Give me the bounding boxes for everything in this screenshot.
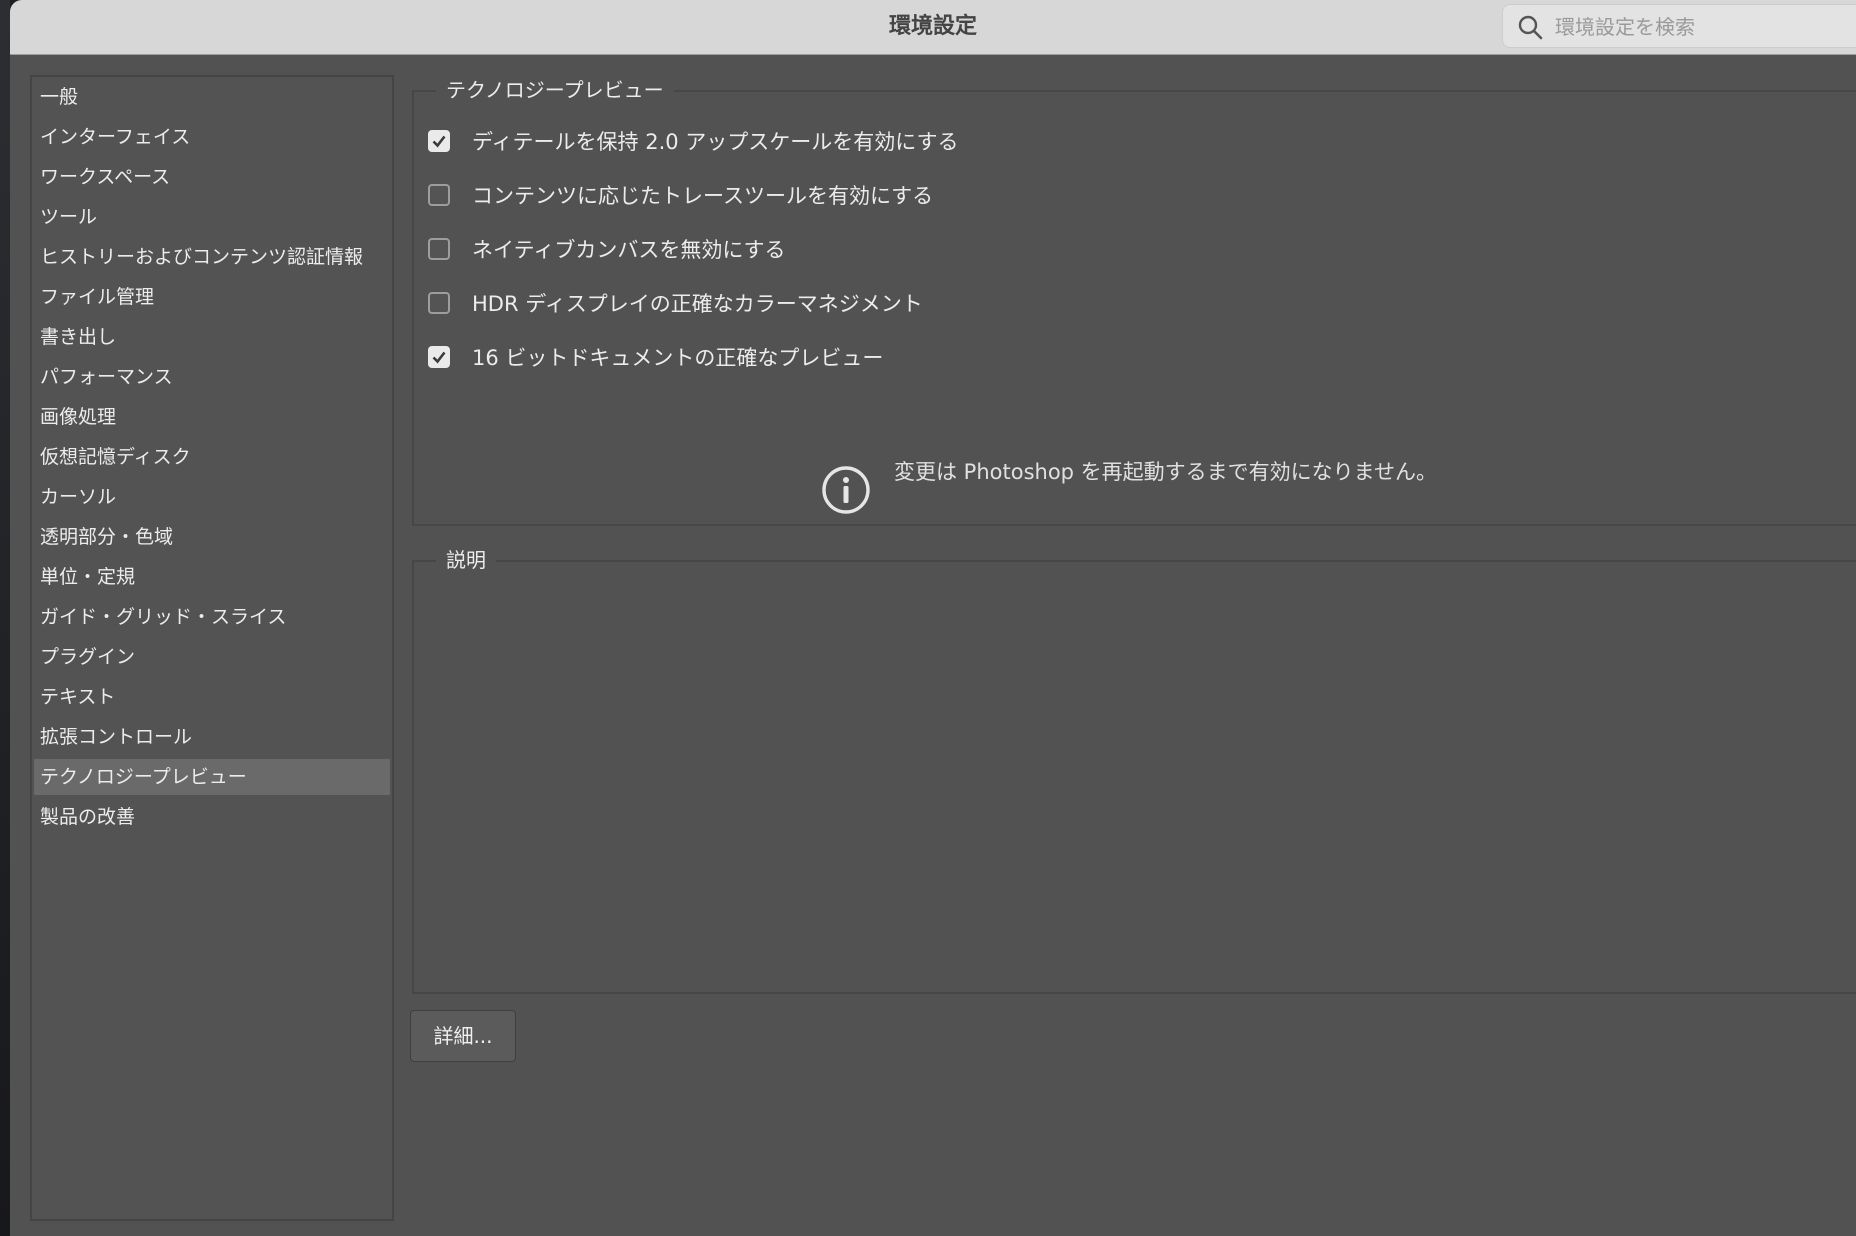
preferences-window: 環境設定 一般 インターフェイス ワークスペース ツール ヒストリーおよびコンテ… xyxy=(10,0,1856,1236)
description-title: 説明 xyxy=(436,546,496,574)
checkbox-hdr-color-management[interactable] xyxy=(428,292,450,314)
sidebar-item-general[interactable]: 一般 xyxy=(34,79,390,115)
sidebar-item-plugins[interactable]: プラグイン xyxy=(34,639,390,675)
sidebar-item-performance[interactable]: パフォーマンス xyxy=(34,359,390,395)
restart-required-message: 変更は Photoshop を再起動するまで有効になりません。 xyxy=(894,460,1438,484)
sidebar-item-enhanced-controls[interactable]: 拡張コントロール xyxy=(34,719,390,755)
technology-previews-group: テクノロジープレビュー ディテールを保持 2.0 アップスケールを有効にする コ… xyxy=(412,76,1856,526)
preferences-sidebar: 一般 インターフェイス ワークスペース ツール ヒストリーおよびコンテンツ認証情… xyxy=(30,75,394,1221)
checkbox-preserve-details-upscale[interactable] xyxy=(428,130,450,152)
info-circle-icon xyxy=(822,466,870,514)
sidebar-item-type[interactable]: テキスト xyxy=(34,679,390,715)
desktop-background xyxy=(0,0,10,1236)
sidebar-item-export[interactable]: 書き出し xyxy=(34,319,390,355)
checkbox-16bit-accurate-preview[interactable] xyxy=(428,346,450,368)
search-field[interactable] xyxy=(1502,4,1856,49)
sidebar-item-image-processing[interactable]: 画像処理 xyxy=(34,399,390,435)
sidebar-item-technology-previews[interactable]: テクノロジープレビュー xyxy=(34,759,390,795)
sidebar-item-guides-grid-slices[interactable]: ガイド・グリッド・スライス xyxy=(34,599,390,635)
title-bar: 環境設定 xyxy=(10,0,1856,55)
sidebar-item-units-rulers[interactable]: 単位・定規 xyxy=(34,559,390,595)
details-button[interactable]: 詳細... xyxy=(410,1010,516,1062)
technology-previews-title: テクノロジープレビュー xyxy=(436,76,674,104)
sidebar-item-workspace[interactable]: ワークスペース xyxy=(34,159,390,195)
checkbox-disable-native-canvas[interactable] xyxy=(428,238,450,260)
label-preserve-details-upscale: ディテールを保持 2.0 アップスケールを有効にする xyxy=(472,130,959,154)
label-disable-native-canvas: ネイティブカンバスを無効にする xyxy=(472,238,786,262)
label-hdr-color-management: HDR ディスプレイの正確なカラーマネジメント xyxy=(472,292,923,316)
sidebar-item-file-handling[interactable]: ファイル管理 xyxy=(34,279,390,315)
sidebar-item-cursors[interactable]: カーソル xyxy=(34,479,390,515)
sidebar-item-tools[interactable]: ツール xyxy=(34,199,390,235)
checkmark-icon xyxy=(432,351,446,364)
sidebar-item-scratch-disks[interactable]: 仮想記憶ディスク xyxy=(34,439,390,475)
search-input[interactable] xyxy=(1553,5,1856,49)
label-16bit-accurate-preview: 16 ビットドキュメントの正確なプレビュー xyxy=(472,346,884,370)
search-icon xyxy=(1518,15,1543,40)
description-group: 説明 xyxy=(412,546,1856,994)
checkmark-icon xyxy=(432,135,446,148)
checkbox-content-aware-tracing[interactable] xyxy=(428,184,450,206)
sidebar-item-transparency-gamut[interactable]: 透明部分・色域 xyxy=(34,519,390,555)
sidebar-item-history[interactable]: ヒストリーおよびコンテンツ認証情報 xyxy=(34,239,390,275)
sidebar-item-product-improvement[interactable]: 製品の改善 xyxy=(34,799,390,835)
sidebar-item-interface[interactable]: インターフェイス xyxy=(34,119,390,155)
label-content-aware-tracing: コンテンツに応じたトレースツールを有効にする xyxy=(472,184,934,208)
